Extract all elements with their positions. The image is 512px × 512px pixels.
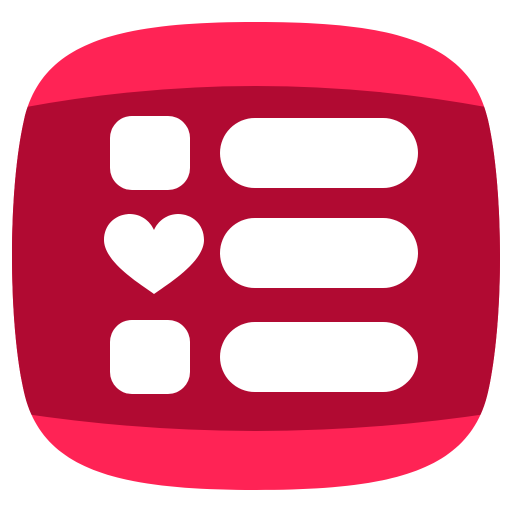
list-bar	[220, 118, 418, 188]
rounded-square-icon	[110, 320, 190, 394]
list-bar	[220, 218, 418, 288]
app-icon	[0, 0, 512, 512]
list-bar	[220, 322, 418, 392]
rounded-square-icon	[110, 116, 190, 190]
app-icon-graphic	[12, 22, 500, 490]
